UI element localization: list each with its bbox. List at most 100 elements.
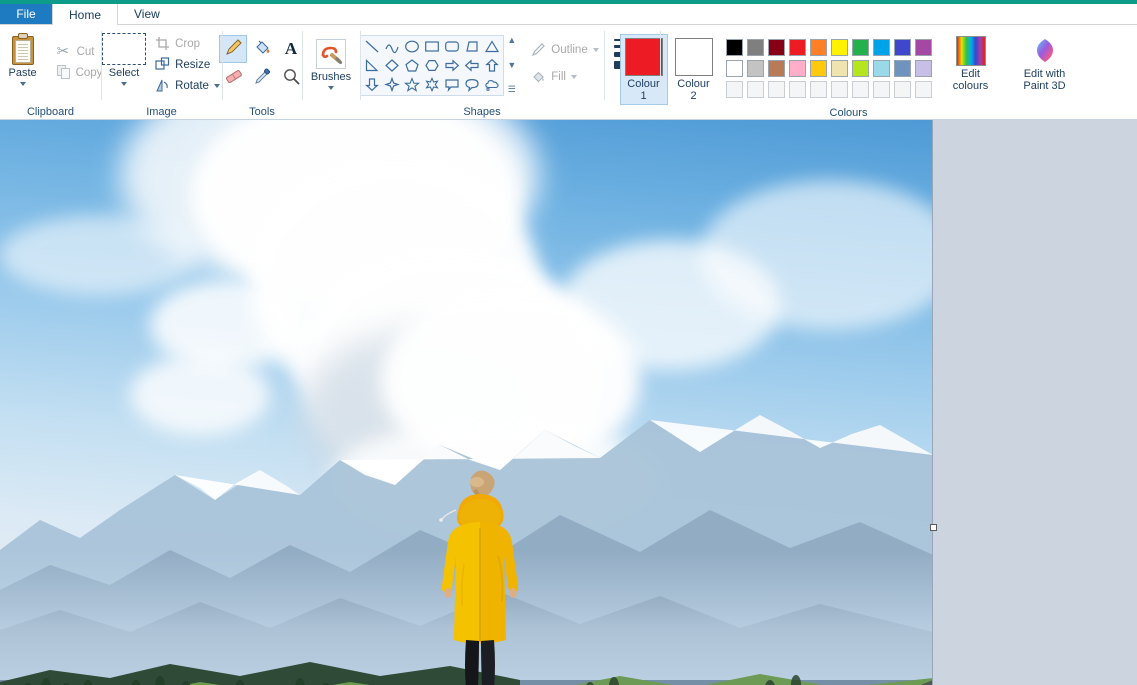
shape-polygon[interactable] bbox=[462, 37, 482, 56]
colour-spectrum-icon bbox=[955, 36, 986, 66]
colour-1-button[interactable]: Colour 1 bbox=[619, 34, 668, 105]
tool-fill-bucket[interactable] bbox=[248, 35, 276, 63]
palette-swatch-r3-c4[interactable] bbox=[787, 79, 808, 100]
shape-cloud-callout[interactable] bbox=[482, 75, 502, 94]
shape-diamond[interactable] bbox=[382, 56, 402, 75]
palette-swatch-r2-c8[interactable] bbox=[871, 58, 892, 79]
palette-swatch-r2-c9[interactable] bbox=[892, 58, 913, 79]
colour-1-swatch bbox=[624, 38, 663, 76]
ribbon-group-clipboard: Paste ✂ Cut Copy Clipboard bbox=[0, 25, 102, 120]
shape-oval[interactable] bbox=[402, 37, 422, 56]
ribbon-tabstrip: File Home View bbox=[0, 4, 1137, 25]
resize-label: Resize bbox=[175, 58, 211, 71]
palette-swatch-r3-c3[interactable] bbox=[766, 79, 787, 100]
tab-home[interactable]: Home bbox=[52, 4, 119, 25]
colour-1-label: Colour bbox=[627, 78, 660, 90]
brushes-label: Brushes bbox=[310, 71, 352, 83]
palette-swatch-r3-c2[interactable] bbox=[745, 79, 766, 100]
shape-hexagon[interactable] bbox=[422, 56, 442, 75]
shapes-wrapper: ▲ ▼ ☰ bbox=[360, 35, 518, 96]
shape-line[interactable] bbox=[362, 37, 382, 56]
shape-triangle[interactable] bbox=[482, 37, 502, 56]
palette-swatch-r2-c4[interactable] bbox=[787, 58, 808, 79]
palette-swatch-r3-c10[interactable] bbox=[913, 79, 934, 100]
clipboard-group-title: Clipboard bbox=[26, 106, 75, 118]
fill-menu-caret-icon[interactable] bbox=[570, 74, 577, 79]
palette-swatch-r1-c1[interactable] bbox=[724, 37, 745, 58]
shape-left-arrow[interactable] bbox=[462, 56, 482, 75]
tab-view[interactable]: View bbox=[118, 4, 176, 24]
palette-swatch-r3-c7[interactable] bbox=[850, 79, 871, 100]
tool-pencil[interactable] bbox=[219, 35, 247, 63]
palette-swatch-r2-c6[interactable] bbox=[829, 58, 850, 79]
shape-curve[interactable] bbox=[382, 37, 402, 56]
shape-four-point-star[interactable] bbox=[382, 75, 402, 94]
canvas-workarea[interactable]: GhienCongNghe bbox=[0, 120, 1137, 685]
brushes-group-title bbox=[302, 104, 360, 120]
tab-view-label: View bbox=[134, 7, 160, 21]
shapes-scroll-up-icon[interactable]: ▲ bbox=[507, 35, 516, 45]
shape-up-arrow[interactable] bbox=[482, 56, 502, 75]
shape-rectangular-callout[interactable] bbox=[442, 75, 462, 94]
brushes-menu-caret-icon[interactable] bbox=[328, 86, 334, 90]
tab-file[interactable]: File bbox=[0, 4, 52, 24]
paste-label: Paste bbox=[8, 67, 37, 79]
fill-button[interactable]: Fill bbox=[526, 66, 603, 87]
palette-swatch-r1-c2[interactable] bbox=[745, 37, 766, 58]
colour-1-sublabel: 1 bbox=[640, 90, 647, 102]
shape-five-point-star[interactable] bbox=[402, 75, 422, 94]
palette-swatch-r3-c8[interactable] bbox=[871, 79, 892, 100]
shape-right-triangle[interactable] bbox=[362, 56, 382, 75]
canvas-resize-handle-right[interactable] bbox=[930, 524, 937, 531]
shape-rounded-rectangle[interactable] bbox=[442, 37, 462, 56]
eraser-icon bbox=[224, 67, 243, 89]
colour-2-sublabel: 2 bbox=[690, 90, 697, 102]
palette-swatch-r1-c7[interactable] bbox=[850, 37, 871, 58]
palette-swatch-r2-c7[interactable] bbox=[850, 58, 871, 79]
ribbon-group-image: Select Crop Resize Rotate Image bbox=[101, 25, 222, 120]
palette-swatch-r2-c3[interactable] bbox=[766, 58, 787, 79]
palette-swatch-r2-c10[interactable] bbox=[913, 58, 934, 79]
palette-swatch-r2-c5[interactable] bbox=[808, 58, 829, 79]
palette-swatch-r1-c8[interactable] bbox=[871, 37, 892, 58]
select-menu-caret-icon[interactable] bbox=[121, 82, 128, 86]
shape-rounded-callout[interactable] bbox=[462, 75, 482, 94]
shape-pentagon[interactable] bbox=[402, 56, 422, 75]
palette-swatch-r3-c5[interactable] bbox=[808, 79, 829, 100]
shapes-scroll-buttons: ▲ ▼ ☰ bbox=[505, 35, 518, 94]
palette-swatch-r3-c9[interactable] bbox=[892, 79, 913, 100]
palette-swatch-r1-c5[interactable] bbox=[808, 37, 829, 58]
outline-button[interactable]: Outline bbox=[526, 39, 603, 60]
palette-swatch-r3-c1[interactable] bbox=[724, 79, 745, 100]
paste-button[interactable]: Paste bbox=[0, 31, 52, 88]
edit-with-paint3d-button[interactable]: Edit with Paint 3D bbox=[1012, 34, 1078, 94]
person-in-yellow-raincoat bbox=[430, 460, 530, 685]
paste-menu-caret-icon[interactable] bbox=[19, 82, 26, 86]
palette-swatch-r1-c9[interactable] bbox=[892, 37, 913, 58]
palette-swatch-r1-c10[interactable] bbox=[913, 37, 934, 58]
shape-rectangle[interactable] bbox=[422, 37, 442, 56]
shapes-expand-icon[interactable]: ☰ bbox=[508, 84, 516, 94]
shapes-scroll-down-icon[interactable]: ▼ bbox=[507, 60, 516, 70]
select-button[interactable]: Select bbox=[98, 31, 150, 88]
shape-six-point-star[interactable] bbox=[422, 75, 442, 94]
edit-colours-button[interactable]: Edit colours bbox=[942, 34, 1000, 94]
colour-2-button[interactable]: Colour 2 bbox=[670, 34, 718, 105]
shape-right-arrow[interactable] bbox=[442, 56, 462, 75]
palette-swatch-r2-c2[interactable] bbox=[745, 58, 766, 79]
eyedropper-icon bbox=[253, 67, 272, 89]
tool-eraser[interactable] bbox=[219, 64, 247, 92]
cloud bbox=[0, 215, 200, 295]
palette-swatch-r1-c6[interactable] bbox=[829, 37, 850, 58]
palette-swatch-r3-c6[interactable] bbox=[829, 79, 850, 100]
edit-colours-label-line1: Edit bbox=[961, 68, 980, 80]
tool-colour-picker[interactable] bbox=[248, 64, 276, 92]
shape-down-arrow[interactable] bbox=[362, 75, 382, 94]
image-canvas[interactable]: GhienCongNghe bbox=[0, 120, 933, 685]
brushes-button[interactable]: Brushes bbox=[302, 37, 360, 92]
palette-swatch-r1-c4[interactable] bbox=[787, 37, 808, 58]
palette-swatch-r2-c1[interactable] bbox=[724, 58, 745, 79]
shapes-grid bbox=[360, 35, 505, 96]
palette-swatch-r1-c3[interactable] bbox=[766, 37, 787, 58]
paint3d-label-line2: Paint 3D bbox=[1023, 80, 1066, 92]
